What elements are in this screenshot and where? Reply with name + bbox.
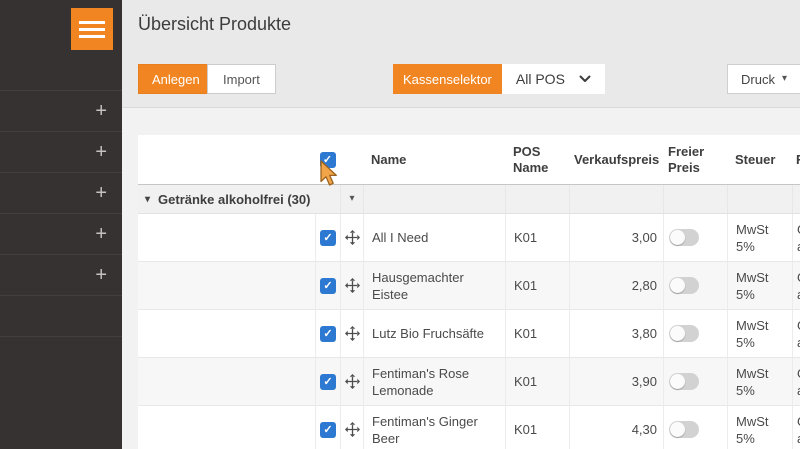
import-button[interactable]: Import bbox=[207, 64, 276, 94]
plus-icon[interactable]: + bbox=[95, 101, 107, 121]
sidebar-item[interactable]: + bbox=[0, 132, 122, 173]
price-value: 2,80 bbox=[569, 262, 663, 309]
table-row: ✓ Hausgemachter Eistee K01 2,80 bbox=[138, 262, 800, 310]
column-header-clipped: F bbox=[792, 135, 800, 184]
column-header-pos-name: POS Name bbox=[505, 135, 569, 184]
column-header-name: Name bbox=[363, 135, 505, 184]
row-checkbox[interactable]: ✓ bbox=[320, 374, 336, 390]
toolbar: Übersicht Produkte Anlegen Import Kassen… bbox=[122, 0, 800, 108]
sidebar-item[interactable]: + bbox=[0, 214, 122, 255]
check-icon: ✓ bbox=[323, 231, 332, 244]
druck-button[interactable]: Druck ▾ bbox=[728, 65, 800, 93]
hamburger-menu-button[interactable] bbox=[71, 8, 113, 50]
product-name: Fentiman's Rose Lemonade bbox=[363, 358, 505, 405]
sidebar-menu: + + + + + bbox=[0, 90, 122, 337]
check-icon: ✓ bbox=[323, 327, 332, 340]
category-group-label: Getränke alkoholfrei (30) bbox=[158, 192, 310, 207]
price-value: 3,80 bbox=[569, 310, 663, 357]
category-group-row[interactable]: ▾ Getränke alkoholfrei (30) ▾ bbox=[138, 185, 800, 214]
anlegen-button[interactable]: Anlegen bbox=[138, 64, 214, 94]
print-button-group: Druck ▾ bbox=[727, 64, 800, 94]
drag-move-icon[interactable] bbox=[345, 422, 360, 437]
main-content: Übersicht Produkte Anlegen Import Kassen… bbox=[122, 0, 800, 449]
drag-move-icon[interactable] bbox=[345, 230, 360, 245]
product-name: Hausgemachter Eistee bbox=[363, 262, 505, 309]
pos-select-dropdown[interactable]: All POS bbox=[502, 64, 605, 94]
plus-icon[interactable]: + bbox=[95, 224, 107, 244]
products-table: ✓ Name POS Name Verkaufspreis Freier Pre… bbox=[138, 135, 800, 449]
drag-move-icon[interactable] bbox=[345, 278, 360, 293]
clipped-cell: G a bbox=[792, 262, 800, 309]
price-value: 3,90 bbox=[569, 358, 663, 405]
tax-value: MwSt 5% bbox=[727, 310, 792, 357]
sidebar-item[interactable]: + bbox=[0, 173, 122, 214]
free-price-toggle[interactable] bbox=[669, 229, 699, 246]
pos-name: K01 bbox=[505, 406, 569, 449]
tax-value: MwSt 5% bbox=[727, 214, 792, 261]
kassenselektor-control: Kassenselektor All POS bbox=[393, 64, 605, 94]
check-icon: ✓ bbox=[323, 152, 332, 168]
table-body: ✓ All I Need K01 3,00 bbox=[138, 214, 800, 449]
tax-value: MwSt 5% bbox=[727, 358, 792, 405]
row-checkbox[interactable]: ✓ bbox=[320, 422, 336, 438]
plus-icon[interactable]: + bbox=[95, 142, 107, 162]
free-price-toggle[interactable] bbox=[669, 421, 699, 438]
druck-button-label: Druck bbox=[741, 72, 775, 87]
kassenselektor-label: Kassenselektor bbox=[393, 64, 502, 94]
plus-icon[interactable]: + bbox=[95, 265, 107, 285]
group-dropdown-caret-icon[interactable]: ▾ bbox=[349, 194, 354, 204]
free-price-toggle[interactable] bbox=[669, 277, 699, 294]
sidebar: + + + + + bbox=[0, 0, 122, 449]
pos-name: K01 bbox=[505, 214, 569, 261]
pos-name: K01 bbox=[505, 262, 569, 309]
collapse-caret-icon[interactable]: ▾ bbox=[145, 194, 150, 205]
tax-value: MwSt 5% bbox=[727, 406, 792, 449]
clipped-cell: G a bbox=[792, 310, 800, 357]
clipped-cell: G a bbox=[792, 406, 800, 449]
row-checkbox[interactable]: ✓ bbox=[320, 278, 336, 294]
check-icon: ✓ bbox=[323, 423, 332, 436]
table-row: ✓ Fentiman's Rose Lemonade K01 3,90 bbox=[138, 358, 800, 406]
product-name: Fentiman's Ginger Beer bbox=[363, 406, 505, 449]
drag-move-icon[interactable] bbox=[345, 326, 360, 341]
pos-select-value: All POS bbox=[516, 71, 565, 87]
clipped-cell: G a bbox=[792, 358, 800, 405]
drag-move-icon[interactable] bbox=[345, 374, 360, 389]
price-value: 4,30 bbox=[569, 406, 663, 449]
product-name: Lutz Bio Fruchsäfte bbox=[363, 310, 505, 357]
table-row: ✓ Fentiman's Ginger Beer K01 4,30 bbox=[138, 406, 800, 449]
sidebar-item[interactable] bbox=[0, 296, 122, 337]
sidebar-item[interactable]: + bbox=[0, 91, 122, 132]
caret-down-icon: ▾ bbox=[782, 74, 787, 84]
column-header-freier-preis: Freier Preis bbox=[663, 135, 727, 184]
free-price-toggle[interactable] bbox=[669, 325, 699, 342]
chevron-down-icon bbox=[579, 75, 591, 83]
pos-name: K01 bbox=[505, 310, 569, 357]
check-icon: ✓ bbox=[323, 375, 332, 388]
row-checkbox[interactable]: ✓ bbox=[320, 230, 336, 246]
table-header-row: ✓ Name POS Name Verkaufspreis Freier Pre… bbox=[138, 135, 800, 185]
select-all-checkbox[interactable]: ✓ bbox=[320, 152, 336, 168]
import-button-label: Import bbox=[223, 72, 260, 87]
hamburger-icon bbox=[79, 21, 105, 24]
free-price-toggle[interactable] bbox=[669, 373, 699, 390]
page-title: Übersicht Produkte bbox=[138, 14, 291, 35]
table-row: ✓ All I Need K01 3,00 bbox=[138, 214, 800, 262]
tax-value: MwSt 5% bbox=[727, 262, 792, 309]
pos-name: K01 bbox=[505, 358, 569, 405]
clipped-cell: G a bbox=[792, 214, 800, 261]
product-name: All I Need bbox=[363, 214, 505, 261]
table-row: ✓ Lutz Bio Fruchsäfte K01 3,80 bbox=[138, 310, 800, 358]
plus-icon[interactable]: + bbox=[95, 183, 107, 203]
anlegen-button-label: Anlegen bbox=[152, 72, 200, 87]
price-value: 3,00 bbox=[569, 214, 663, 261]
check-icon: ✓ bbox=[323, 279, 332, 292]
row-checkbox[interactable]: ✓ bbox=[320, 326, 336, 342]
column-header-steuer: Steuer bbox=[727, 135, 792, 184]
sidebar-item[interactable]: + bbox=[0, 255, 122, 296]
column-header-verkaufspreis: Verkaufspreis bbox=[569, 135, 663, 184]
